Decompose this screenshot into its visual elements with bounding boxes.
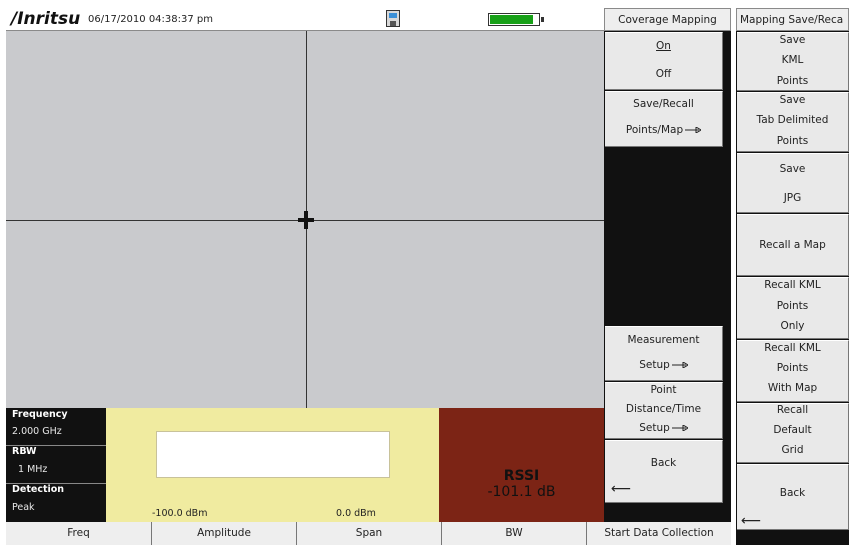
measurement-setup-softkey[interactable]: Measurement Setup [605, 326, 723, 381]
softkey-label: Only [780, 320, 805, 332]
menu-title: Coverage Mapping [604, 8, 731, 31]
softkey-label: Points [776, 135, 809, 147]
softkey-label: Setup [639, 359, 670, 371]
battery-icon [488, 13, 540, 26]
softkey-label: Recall KML [764, 279, 821, 291]
softkey-label: Measurement [627, 334, 700, 346]
softkey-label: Save/Recall [633, 98, 694, 110]
save-jpg-softkey[interactable]: Save JPG [737, 153, 849, 213]
save-kml-points-softkey[interactable]: Save KML Points [737, 32, 849, 91]
freq-key[interactable]: Freq [6, 522, 151, 545]
submenu-arrow-icon [671, 425, 688, 431]
off-option: Off [655, 68, 672, 80]
battery-level-fill [490, 15, 533, 24]
recall-default-grid-softkey[interactable]: Recall Default Grid [737, 403, 849, 463]
rssi-panel [439, 408, 604, 522]
softkey-label: KML [781, 54, 804, 66]
status-bar: /Inritsu 06/17/2010 04:38:37 pm [6, 8, 604, 31]
softkey-label: Recall a Map [759, 239, 826, 251]
rbw-value: 1 MHz [18, 464, 48, 475]
softkey-label: Points [776, 75, 809, 87]
frequency-label: Frequency [12, 409, 68, 420]
softkey-label: Save [779, 94, 806, 106]
softkey-label: Tab Delimited [756, 114, 829, 126]
analyzer-screen: /Inritsu 06/17/2010 04:38:37 pm Frequenc… [0, 0, 849, 545]
softkey-label: Recall KML [764, 342, 821, 354]
start-data-collection-key[interactable]: Start Data Collection [586, 522, 731, 545]
back-softkey[interactable]: Back ⟵ [605, 440, 723, 503]
softkey-label: Distance/Time [625, 403, 702, 415]
softkey-label: Save [779, 34, 806, 46]
recall-a-map-softkey[interactable]: Recall a Map [737, 214, 849, 276]
back-arrow-icon: ⟵ [611, 481, 632, 497]
softkey-label-line3: Setup [605, 422, 722, 434]
softkey-label: Recall [776, 404, 809, 416]
measurement-info-panel: Frequency 2.000 GHz RBW 1 MHz Detection … [6, 408, 106, 522]
softkey-label: JPG [783, 192, 802, 204]
crosshair-cursor-icon-vertical [304, 211, 308, 229]
on-off-softkey[interactable]: On Off [605, 32, 723, 90]
softkey-label: Save [779, 163, 806, 175]
detection-label: Detection [12, 484, 65, 495]
signal-bar-graph [156, 431, 390, 478]
softkey-label: Default [773, 424, 812, 436]
back-arrow-icon: ⟵ [741, 513, 762, 529]
battery-tip [541, 17, 544, 22]
softkey-label: Points/Map [625, 124, 684, 136]
coverage-mapping-menu: Coverage Mapping On Off Save/Recall Poin… [604, 8, 731, 522]
back-softkey[interactable]: Back ⟵ [737, 464, 849, 530]
submenu-arrow-icon [685, 127, 702, 133]
softkey-label-line2: Points/Map [605, 124, 722, 136]
recall-kml-points-only-softkey[interactable]: Recall KML Points Only [737, 277, 849, 339]
softkey-label: Points [776, 300, 809, 312]
recall-kml-points-with-map-softkey[interactable]: Recall KML Points With Map [737, 340, 849, 402]
softkey-label: Back [650, 457, 677, 469]
scale-max-label: 0.0 dBm [336, 508, 376, 519]
rssi-value: -101.1 dB [487, 484, 556, 500]
floppy-disk-icon [386, 10, 400, 27]
bw-key[interactable]: BW [441, 522, 586, 545]
save-recall-points-map-softkey[interactable]: Save/Recall Points/Map [605, 91, 723, 147]
detection-value: Peak [12, 502, 35, 513]
datetime-readout: 06/17/2010 04:38:37 pm [88, 14, 213, 25]
softkey-label: Points [776, 362, 809, 374]
menu-title: Mapping Save/Reca [736, 8, 849, 31]
brand-logo: /Inritsu [11, 9, 81, 29]
softkey-label: Point [650, 384, 677, 396]
softkey-label: Back [779, 487, 806, 499]
save-tab-delimited-points-softkey[interactable]: Save Tab Delimited Points [737, 92, 849, 152]
softkey-label-line2: Setup [605, 359, 722, 371]
amplitude-key[interactable]: Amplitude [151, 522, 296, 545]
softkey-label: With Map [767, 382, 818, 394]
span-key[interactable]: Span [296, 522, 441, 545]
scale-min-label: -100.0 dBm [152, 508, 208, 519]
on-option: On [656, 40, 671, 52]
point-distance-time-setup-softkey[interactable]: Point Distance/Time Setup [605, 382, 723, 439]
softkey-label: Setup [639, 422, 670, 434]
rbw-label: RBW [12, 446, 37, 457]
submenu-arrow-icon [671, 362, 688, 368]
frequency-value: 2.000 GHz [12, 426, 62, 437]
mapping-save-recall-menu: Mapping Save/Reca Save KML Points Save T… [736, 8, 849, 545]
rssi-label: RSSI [503, 468, 540, 484]
softkey-label: Grid [781, 444, 804, 456]
